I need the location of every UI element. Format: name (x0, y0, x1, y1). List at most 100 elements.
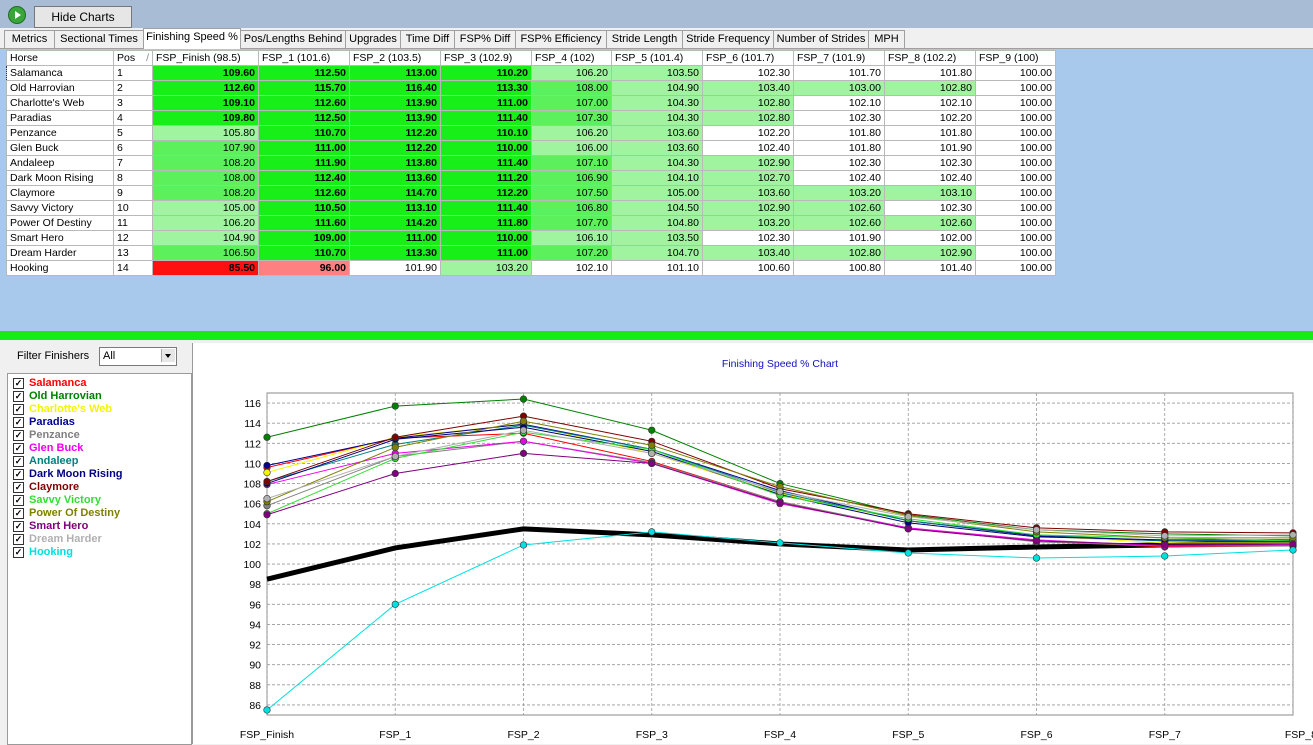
tab-pos-lengths-behind[interactable]: Pos/Lengths Behind (240, 30, 346, 48)
fsp-cell: 112.20 (440, 185, 532, 201)
hide-charts-button[interactable]: Hide Charts (34, 6, 132, 28)
checkbox-icon[interactable]: ✓ (13, 521, 24, 532)
tab-sectional-times[interactable]: Sectional Times (54, 30, 144, 48)
play-icon[interactable] (8, 6, 26, 24)
column-header[interactable]: FSP_3 (102.9) (440, 50, 532, 66)
fsp-cell: 96.00 (258, 260, 350, 276)
fsp-cell: 102.30 (884, 155, 976, 171)
fsp-cell: 111.40 (440, 200, 532, 216)
column-header[interactable]: FSP_2 (103.5) (349, 50, 441, 66)
tab-stride-frequency[interactable]: Stride Frequency (682, 30, 774, 48)
table-row[interactable]: Salamanca 1 109.60 112.50 113.00 110.20 106.20… (6, 65, 1056, 81)
checkbox-icon[interactable]: ✓ (13, 482, 24, 493)
fsp-cell: 100.00 (975, 230, 1056, 246)
checkbox-icon[interactable]: ✓ (13, 404, 24, 415)
table-row[interactable]: Penzance 5 105.80 110.70 112.20 110.10 106.20 1… (6, 125, 1056, 141)
column-header[interactable]: FSP_4 (102) (531, 50, 612, 66)
data-point (519, 417, 528, 425)
column-header[interactable]: FSP_1 (101.6) (258, 50, 350, 66)
table-row[interactable]: Old Harrovian 2 112.60 115.70 116.40 113.30 10… (6, 80, 1056, 96)
fsp-cell: 104.50 (611, 200, 703, 216)
column-header[interactable]: FSP_5 (101.4) (611, 50, 703, 66)
column-header-label: FSP_Finish (98.5) (156, 52, 241, 64)
column-header[interactable]: FSP_8 (102.2) (884, 50, 976, 66)
column-header[interactable]: Horse (6, 50, 114, 66)
tab-finishing-speed-[interactable]: Finishing Speed % (143, 28, 241, 49)
column-header[interactable]: FSP_9 (100) (975, 50, 1056, 66)
fsp-cell: 105.80 (152, 125, 259, 141)
column-header-label: FSP_6 (101.7) (706, 52, 775, 64)
fsp-cell: 102.20 (884, 110, 976, 126)
y-tick-label: 92 (249, 640, 261, 652)
table-row[interactable]: Dark Moon Rising 8 108.00 112.40 113.60 111.2… (6, 170, 1056, 186)
checkbox-icon[interactable]: ✓ (13, 391, 24, 402)
tab-time-diff[interactable]: Time Diff (400, 30, 455, 48)
checkbox-icon[interactable]: ✓ (13, 417, 24, 428)
horse-name-cell: Claymore (6, 185, 114, 201)
tab-stride-length[interactable]: Stride Length (606, 30, 683, 48)
fsp-cell: 102.70 (702, 170, 794, 186)
horse-legend: ✓ Salamanca ✓ Old Harrovian ✓ Charlotte's Web… (7, 373, 192, 745)
y-tick-label: 100 (243, 559, 261, 571)
fsp-cell: 104.70 (611, 245, 703, 261)
data-point (648, 449, 656, 457)
table-row[interactable]: Claymore 9 108.20 112.60 114.70 112.20 107.50 1… (6, 185, 1056, 201)
column-header[interactable]: FSP_Finish (98.5) (152, 50, 259, 66)
checkbox-icon[interactable]: ✓ (13, 508, 24, 519)
table-row[interactable]: Power Of Destiny 11 106.20 111.60 114.20 111.… (6, 215, 1056, 231)
table-row[interactable]: Savvy Victory 10 105.00 110.50 113.10 111.40 1… (6, 200, 1056, 216)
data-point (648, 426, 656, 434)
table-row[interactable]: Charlotte's Web 3 109.10 112.60 113.90 111.00… (6, 95, 1056, 111)
column-header[interactable]: FSP_7 (101.9) (793, 50, 885, 66)
checkbox-icon[interactable]: ✓ (13, 456, 24, 467)
checkbox-icon[interactable]: ✓ (13, 430, 24, 441)
fsp-cell: 100.00 (975, 215, 1056, 231)
fsp-cell: 111.40 (440, 110, 532, 126)
table-row[interactable]: Hooking 14 85.50 96.00 101.90 103.20 102.10 101… (6, 260, 1056, 276)
legend-label: Salamanca (29, 377, 87, 389)
x-tick-label: FSP_Finish (240, 729, 294, 741)
chart-area: Filter Finishers All ✓ Salamanca ✓ Old Harr… (0, 340, 1313, 745)
checkbox-icon[interactable]: ✓ (13, 378, 24, 389)
fsp-cell: 112.60 (152, 80, 259, 96)
data-point (1032, 537, 1041, 545)
table-row[interactable]: Andaleep 7 108.20 111.90 113.80 111.40 107.10 1… (6, 155, 1056, 171)
tab-upgrades[interactable]: Upgrades (345, 30, 401, 48)
fsp-cell: 103.60 (702, 185, 794, 201)
fsp-cell: 104.30 (611, 110, 703, 126)
legend-label: Savvy Victory (29, 494, 101, 506)
legend-label: Smart Hero (29, 520, 89, 532)
y-tick-label: 116 (244, 398, 261, 410)
fsp-cell: 102.40 (702, 140, 794, 156)
tab-metrics[interactable]: Metrics (4, 30, 55, 48)
tab-fsp-diff[interactable]: FSP% Diff (454, 30, 516, 48)
fsp-cell: 103.50 (611, 230, 703, 246)
fsp-cell: 101.90 (884, 140, 976, 156)
table-row[interactable]: Glen Buck 6 107.90 111.00 112.20 110.00 106.00… (6, 140, 1056, 156)
table-row[interactable]: Paradias 4 109.80 112.50 113.90 111.40 107.30 1… (6, 110, 1056, 126)
fsp-cell: 102.30 (884, 200, 976, 216)
fsp-cell: 104.80 (611, 215, 703, 231)
tab-number-of-strides[interactable]: Number of Strides (773, 30, 869, 48)
filter-finishers-select[interactable]: All (99, 347, 177, 366)
checkbox-icon[interactable]: ✓ (13, 495, 24, 506)
checkbox-icon[interactable]: ✓ (13, 443, 24, 454)
checkbox-icon[interactable]: ✓ (13, 534, 24, 545)
tab-mph[interactable]: MPH (868, 30, 905, 48)
checkbox-icon[interactable]: ✓ (13, 547, 24, 558)
fsp-cell: 111.00 (349, 230, 441, 246)
fsp-cell: 105.00 (152, 200, 259, 216)
tab-fsp-efficiency[interactable]: FSP% Efficiency (515, 30, 607, 48)
position-cell: 7 (113, 155, 153, 171)
splitter-bar[interactable] (0, 331, 1313, 340)
fsp-cell: 113.00 (349, 65, 441, 81)
column-header[interactable]: FSP_6 (101.7) (702, 50, 794, 66)
fsp-cell: 109.00 (258, 230, 350, 246)
data-point (263, 461, 271, 470)
checkbox-icon[interactable]: ✓ (13, 469, 24, 480)
table-row[interactable]: Smart Hero 12 104.90 109.00 111.00 110.00 106.… (6, 230, 1056, 246)
table-row[interactable]: Dream Harder 13 106.50 110.70 113.30 111.00 10… (6, 245, 1056, 261)
chevron-down-icon[interactable] (161, 349, 175, 362)
finishing-speed-grid: Horse Pos / FSP_Finish (98.5) FSP_1 (101.6) F… (6, 50, 1056, 276)
column-header[interactable]: Pos / (113, 50, 153, 66)
